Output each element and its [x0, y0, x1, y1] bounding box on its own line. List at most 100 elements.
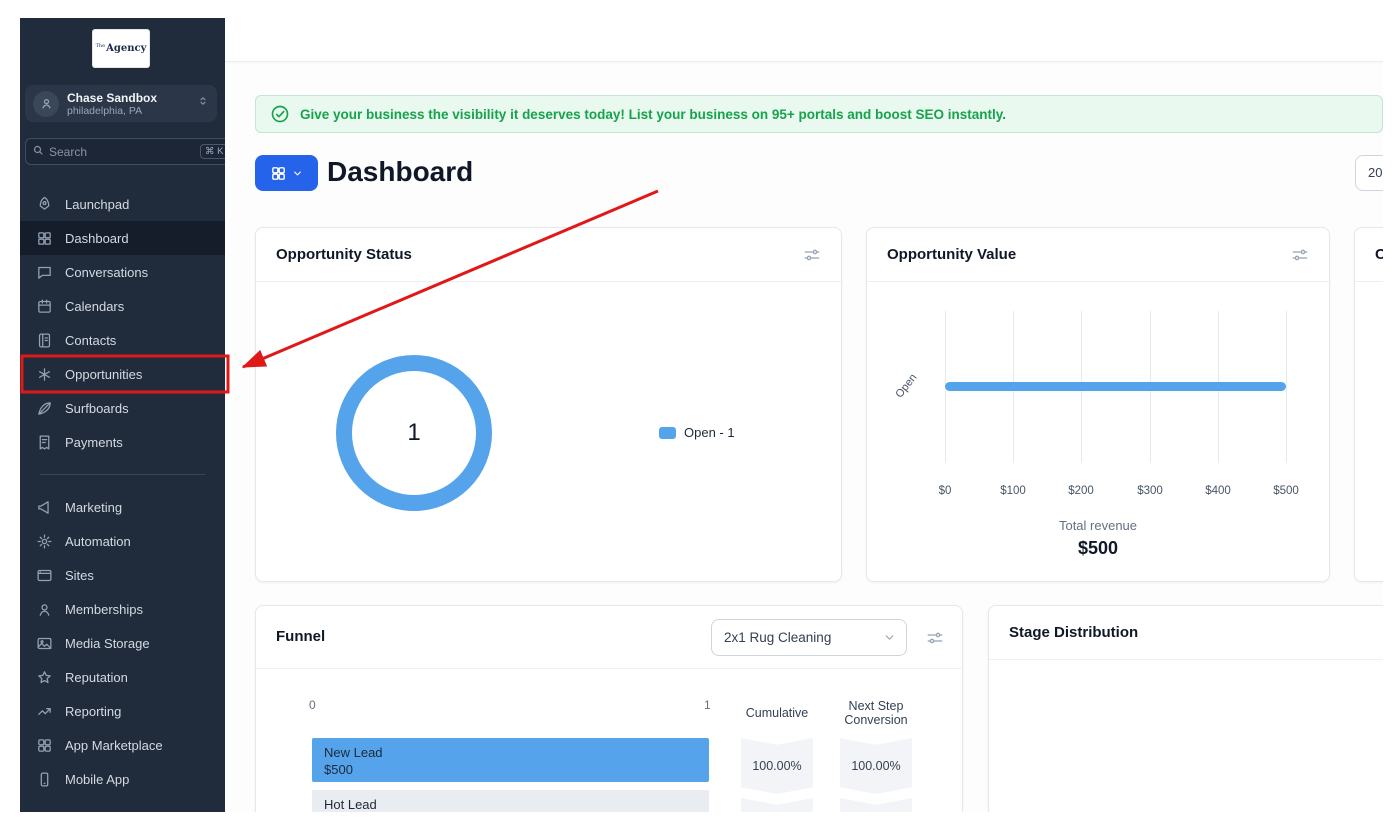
- cumulative-value-badge: 100.00%: [741, 798, 813, 812]
- browser-icon: [36, 567, 53, 584]
- trend-chart-icon: [36, 703, 53, 720]
- search-row: ⌘ K: [25, 138, 217, 165]
- avatar-icon: [33, 91, 59, 117]
- banner-text: Give your business the visibility it des…: [300, 107, 1006, 122]
- sidebar-item-label: Dashboard: [65, 231, 129, 246]
- total-revenue-value: $500: [867, 538, 1329, 559]
- account-name: Chase Sandbox: [67, 91, 197, 105]
- search-box[interactable]: ⌘ K: [25, 138, 236, 165]
- promo-banner[interactable]: Give your business the visibility it des…: [255, 95, 1383, 133]
- contacts-book-icon: [36, 332, 53, 349]
- sidebar-item-label: Payments: [65, 435, 123, 450]
- sidebar-item-contacts[interactable]: Contacts: [20, 323, 225, 357]
- search-icon: [32, 143, 44, 161]
- card-settings-icon[interactable]: [803, 246, 821, 264]
- sidebar-item-payments[interactable]: Payments: [20, 425, 225, 459]
- chat-icon: [36, 264, 53, 281]
- member-person-icon: [36, 601, 53, 618]
- sidebar-item-label: Reputation: [65, 670, 128, 685]
- sidebar-item-conversations[interactable]: Conversations: [20, 255, 225, 289]
- automation-hub-icon: [36, 533, 53, 550]
- sidebar-item-calendars[interactable]: Calendars: [20, 289, 225, 323]
- calendar-icon: [36, 298, 53, 315]
- chart-legend: Open - 1: [659, 425, 735, 440]
- sidebar-item-label: Opportunities: [65, 367, 142, 382]
- sidebar-item-reporting[interactable]: Reporting: [20, 694, 225, 728]
- logo-text: Agency: [106, 43, 146, 54]
- opportunity-status-card: Opportunity Status 1 Open - 1: [255, 227, 842, 582]
- clipped-right-card: C: [1354, 227, 1383, 582]
- main-area: Give your business the visibility it des…: [225, 18, 1383, 812]
- sidebar-item-dashboard[interactable]: Dashboard: [20, 221, 225, 255]
- chevron-down-icon: [883, 631, 896, 644]
- account-text: Chase Sandbox philadelphia, PA: [67, 91, 197, 117]
- funnel-card: Funnel 2x1 Rug Cleaning 0 1 New Lead $50…: [255, 605, 963, 812]
- funnel-stage-new-lead[interactable]: New Lead $500: [312, 738, 709, 782]
- stage-value: $500: [324, 761, 709, 778]
- marketplace-grid-icon: [36, 737, 53, 754]
- sidebar-item-label: Marketing: [65, 500, 122, 515]
- account-switcher[interactable]: Chase Sandbox philadelphia, PA: [25, 85, 217, 122]
- sidebar-item-opportunities[interactable]: Opportunities: [20, 357, 225, 391]
- sidebar-item-mobile-app[interactable]: Mobile App: [20, 762, 225, 796]
- funnel-stage-hot-lead[interactable]: Hot Lead: [312, 790, 709, 812]
- opportunity-value-card: Opportunity Value Open $0 $100 $200 $300…: [866, 227, 1330, 582]
- cumulative-value-badge: 100.00%: [741, 738, 813, 794]
- x-tick: $500: [1264, 485, 1308, 497]
- grid-icon: [36, 230, 53, 247]
- card-title: Opportunity Status: [276, 246, 412, 263]
- agency-logo: The Agency: [93, 30, 149, 67]
- sidebar-nav-secondary: Marketing Automation Sites Memberships M…: [20, 490, 225, 796]
- funnel-axis-min: 0: [309, 698, 316, 712]
- sidebar-item-launchpad[interactable]: Launchpad: [20, 187, 225, 221]
- sidebar-item-surfboards[interactable]: Surfboards: [20, 391, 225, 425]
- cumulative-header: Cumulative: [732, 706, 822, 720]
- card-header: Stage Distribution: [989, 606, 1383, 660]
- donut-center-value: 1: [407, 419, 420, 447]
- pipeline-select-value: 2x1 Rug Cleaning: [724, 630, 883, 645]
- sidebar-nav-primary: Launchpad Dashboard Conversations Calend…: [20, 187, 225, 459]
- card-settings-icon[interactable]: [1291, 246, 1309, 264]
- x-tick: $300: [1128, 485, 1172, 497]
- search-input[interactable]: [49, 145, 195, 159]
- gridline: [1286, 311, 1287, 463]
- sidebar-item-automation[interactable]: Automation: [20, 524, 225, 558]
- sidebar: The Agency Chase Sandbox philadelphia, P…: [20, 18, 225, 812]
- opportunities-asterisk-icon: [36, 366, 53, 383]
- x-tick: $400: [1196, 485, 1240, 497]
- total-revenue-label: Total revenue: [867, 518, 1329, 533]
- chart-footer: Total revenue $500: [867, 518, 1329, 559]
- card-title: Opportunity Value: [887, 246, 1016, 263]
- donut-chart: 1: [336, 355, 492, 511]
- sidebar-divider: [40, 474, 205, 475]
- sidebar-item-memberships[interactable]: Memberships: [20, 592, 225, 626]
- stage-name: Hot Lead: [324, 796, 709, 812]
- pipeline-select[interactable]: 2x1 Rug Cleaning: [711, 619, 907, 656]
- check-circle-icon: [270, 104, 290, 124]
- card-title: Stage Distribution: [1009, 624, 1138, 641]
- sidebar-item-label: Surfboards: [65, 401, 129, 416]
- date-filter[interactable]: 20: [1355, 155, 1383, 191]
- dashboard-layout-button[interactable]: [255, 155, 318, 191]
- next-step-value-badge: 100.00%: [840, 738, 912, 794]
- page-title: Dashboard: [327, 152, 473, 192]
- sidebar-item-sites[interactable]: Sites: [20, 558, 225, 592]
- card-title: Funnel: [276, 628, 325, 645]
- card-header: Opportunity Status: [256, 228, 841, 282]
- sidebar-item-marketing[interactable]: Marketing: [20, 490, 225, 524]
- image-icon: [36, 635, 53, 652]
- sidebar-item-label: Contacts: [65, 333, 116, 348]
- sidebar-item-label: Media Storage: [65, 636, 150, 651]
- sidebar-item-label: Reporting: [65, 704, 121, 719]
- sidebar-item-label: Memberships: [65, 602, 143, 617]
- sidebar-item-reputation[interactable]: Reputation: [20, 660, 225, 694]
- sidebar-item-app-marketplace[interactable]: App Marketplace: [20, 728, 225, 762]
- x-tick: $0: [923, 485, 967, 497]
- x-tick: $200: [1059, 485, 1103, 497]
- sidebar-item-media-storage[interactable]: Media Storage: [20, 626, 225, 660]
- next-step-header: Next Step Conversion: [831, 699, 921, 727]
- legend-label: Open - 1: [684, 425, 735, 440]
- sidebar-item-label: Mobile App: [65, 772, 129, 787]
- card-header: C: [1355, 228, 1383, 282]
- card-settings-icon[interactable]: [926, 629, 944, 647]
